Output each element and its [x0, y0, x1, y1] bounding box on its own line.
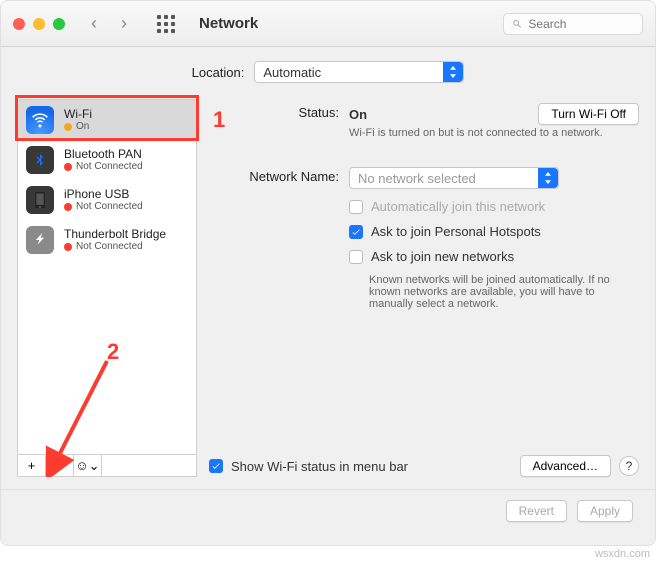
network-preferences-window: ‹ › Network Location: Automatic 1 2 — [0, 0, 656, 546]
sidebar-spacer — [102, 455, 196, 476]
auto-join-checkbox-row: Automatically join this network — [349, 199, 639, 214]
auto-join-checkbox — [349, 200, 363, 214]
search-field[interactable] — [503, 13, 643, 35]
content: 1 2 Wi-Fi On — [1, 99, 655, 489]
detail-bottom-row: Show Wi-Fi status in menu bar Advanced… … — [209, 445, 639, 477]
iphone-icon — [26, 186, 54, 214]
status-value: On — [349, 107, 367, 122]
nav-arrows: ‹ › — [91, 13, 127, 34]
auto-join-label: Automatically join this network — [371, 199, 545, 214]
network-name-row: Network Name: No network selected — [209, 167, 639, 189]
show-menubar-checkbox-row[interactable]: Show Wi-Fi status in menu bar — [209, 459, 408, 474]
location-label: Location: — [192, 65, 245, 80]
window-controls — [13, 18, 65, 30]
search-icon — [512, 18, 522, 30]
remove-service-button[interactable]: − — [46, 455, 74, 476]
sidebar-item-label: Thunderbolt Bridge — [64, 227, 166, 241]
zoom-button[interactable] — [53, 18, 65, 30]
wifi-icon — [26, 106, 54, 134]
ask-new-label: Ask to join new networks — [371, 249, 514, 264]
network-name-select[interactable]: No network selected — [349, 167, 559, 189]
advanced-button[interactable]: Advanced… — [520, 455, 611, 477]
status-row: Status: On Turn Wi-Fi Off Wi-Fi is turne… — [209, 103, 639, 139]
annotation-number-1: 1 — [213, 107, 225, 133]
sidebar-item-label: Bluetooth PAN — [64, 147, 143, 161]
sidebar-item-wifi[interactable]: Wi-Fi On — [18, 100, 196, 140]
show-menubar-label: Show Wi-Fi status in menu bar — [231, 459, 408, 474]
network-name-label: Network Name: — [209, 167, 339, 189]
back-button[interactable]: ‹ — [91, 13, 97, 34]
annotation-number-2: 2 — [107, 339, 119, 365]
location-value: Automatic — [263, 65, 321, 80]
detail-pane: Status: On Turn Wi-Fi Off Wi-Fi is turne… — [209, 99, 639, 477]
status-subtext: Wi-Fi is turned on but is not connected … — [349, 127, 639, 139]
status-dot-icon — [64, 203, 72, 211]
sidebar-item-thunderbolt-bridge[interactable]: Thunderbolt Bridge Not Connected — [18, 220, 196, 260]
footer: Revert Apply — [1, 489, 655, 532]
status-label: Status: — [209, 103, 339, 139]
thunderbolt-icon — [26, 226, 54, 254]
apply-button[interactable]: Apply — [577, 500, 633, 522]
close-button[interactable] — [13, 18, 25, 30]
ask-hotspot-checkbox-row[interactable]: Ask to join Personal Hotspots — [349, 224, 639, 239]
help-button[interactable]: ? — [619, 456, 639, 476]
chevron-updown-icon — [538, 168, 558, 188]
ask-hotspot-checkbox[interactable] — [349, 225, 363, 239]
show-menubar-checkbox[interactable] — [209, 459, 223, 473]
titlebar: ‹ › Network — [1, 1, 655, 47]
search-input[interactable] — [528, 17, 634, 31]
bluetooth-icon — [26, 146, 54, 174]
network-name-placeholder: No network selected — [358, 171, 476, 186]
status-dot-icon — [64, 243, 72, 251]
chevron-updown-icon — [443, 62, 463, 82]
forward-button[interactable]: › — [121, 13, 127, 34]
show-all-icon[interactable] — [157, 15, 175, 33]
sidebar-actions: + − ☺︎⌄ — [17, 455, 197, 477]
sidebar-container: 1 2 Wi-Fi On — [17, 99, 197, 477]
location-row: Location: Automatic — [1, 47, 655, 99]
revert-button[interactable]: Revert — [506, 500, 567, 522]
sidebar-item-bluetooth-pan[interactable]: Bluetooth PAN Not Connected — [18, 140, 196, 180]
turn-wifi-off-button[interactable]: Turn Wi-Fi Off — [538, 103, 639, 125]
watermark: wsxdn.com — [595, 548, 650, 560]
more-actions-button[interactable]: ☺︎⌄ — [74, 455, 102, 476]
ask-new-checkbox-row[interactable]: Ask to join new networks — [349, 249, 639, 264]
minimize-button[interactable] — [33, 18, 45, 30]
ask-hotspot-label: Ask to join Personal Hotspots — [371, 224, 541, 239]
sidebar-item-label: iPhone USB — [64, 187, 143, 201]
page-title: Network — [199, 15, 258, 32]
ask-new-subtext: Known networks will be joined automatica… — [369, 274, 629, 310]
status-dot-icon — [64, 123, 72, 131]
location-select[interactable]: Automatic — [254, 61, 464, 83]
status-dot-icon — [64, 163, 72, 171]
sidebar-item-iphone-usb[interactable]: iPhone USB Not Connected — [18, 180, 196, 220]
ask-new-checkbox[interactable] — [349, 250, 363, 264]
sidebar-item-label: Wi-Fi — [64, 107, 92, 121]
services-list[interactable]: Wi-Fi On Bluetooth PAN Not Connected — [17, 99, 197, 455]
add-service-button[interactable]: + — [18, 455, 46, 476]
